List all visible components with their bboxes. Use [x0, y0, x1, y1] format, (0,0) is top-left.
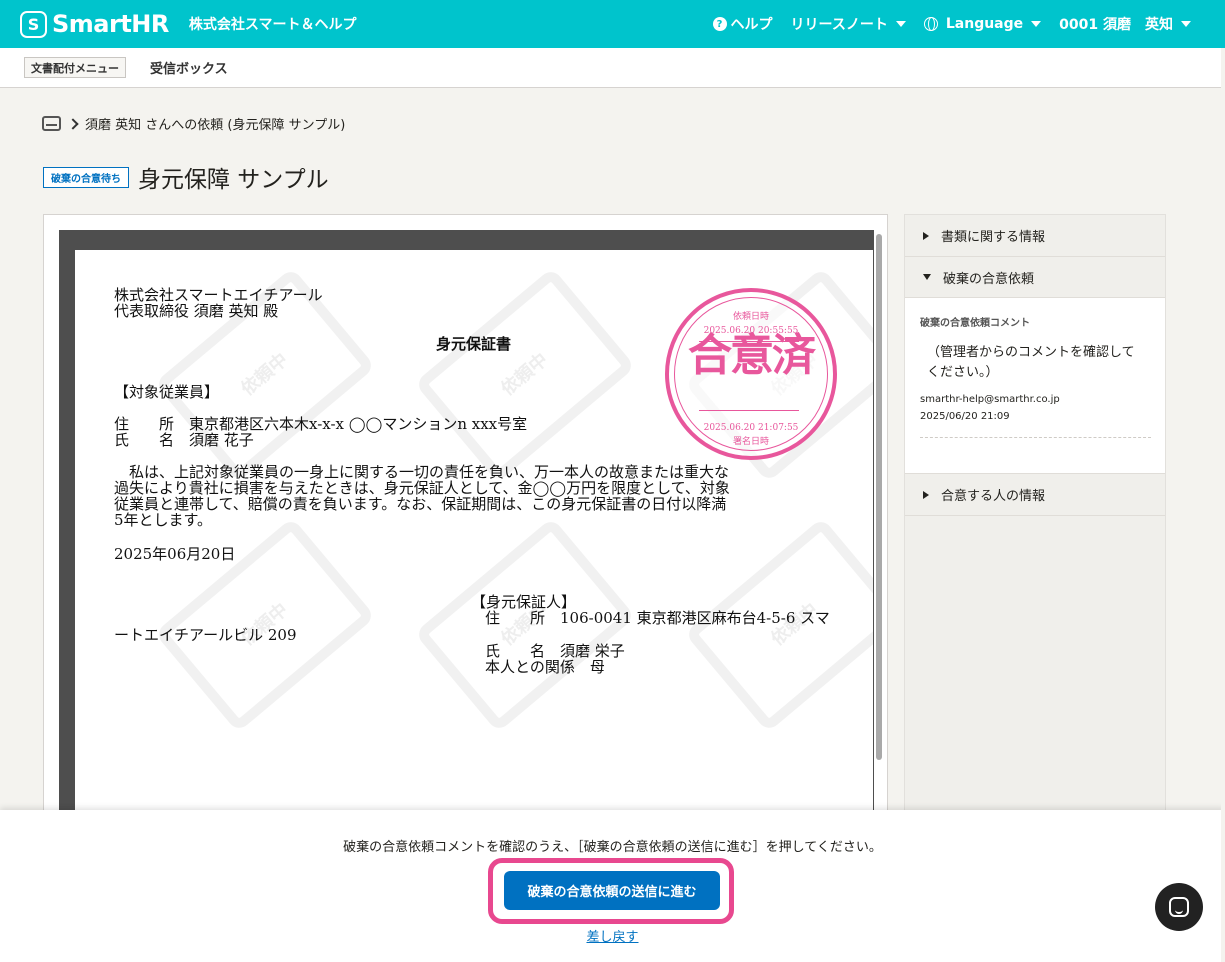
- document-title: 身元保証書: [436, 335, 512, 353]
- chevron-down-icon: [1031, 21, 1042, 27]
- help-label: ヘルプ: [730, 17, 773, 33]
- sub-nav: 文書配付メニュー 受信ボックス: [0, 48, 1225, 88]
- side-panel: 書類に関する情報 破棄の合意依頼 破棄の合意依頼コメント （管理者からのコメント…: [904, 214, 1166, 814]
- document-page: 依頼中 依頼中 依頼中 依頼中 依頼中 依頼中 株式会社スマートエイチアール 代…: [75, 250, 873, 830]
- disposal-request-body: 破棄の合意依頼コメント （管理者からのコメントを確認して ください。） smar…: [905, 298, 1165, 474]
- proceed-send-button[interactable]: 破棄の合意依頼の送信に進む: [504, 871, 720, 910]
- divider: [920, 437, 1151, 438]
- guarantor-address: 住 所 106-0041 東京都港区麻布台4-5-6 スマ: [485, 609, 830, 627]
- watermark: 依頼中: [414, 267, 636, 483]
- user-menu[interactable]: 0001 須磨 英知: [1059, 14, 1191, 34]
- globe-icon: [923, 17, 938, 31]
- body-line: 5年とします。: [114, 511, 213, 529]
- scrollbar-thumb[interactable]: [876, 234, 882, 760]
- smarthr-logo[interactable]: S SmartHR: [20, 10, 169, 38]
- document-viewer[interactable]: 依頼中 依頼中 依頼中 依頼中 依頼中 依頼中 株式会社スマートエイチアール 代…: [43, 214, 888, 830]
- stamp-main-text: 合意済: [688, 330, 816, 381]
- employee-address: 住 所 東京都港区六本木x-x-x ◯◯マンションn xxx号室: [114, 415, 528, 433]
- user-label: 0001 須磨 英知: [1059, 17, 1173, 33]
- guarantor-address-cont: ートエイチアールビル 209: [114, 626, 297, 644]
- document-menu-button[interactable]: 文書配付メニュー: [24, 57, 126, 78]
- chevron-down-icon: [1181, 21, 1191, 27]
- page-scrollbar[interactable]: [1221, 48, 1225, 962]
- document-frame: 依頼中 依頼中 依頼中 依頼中 依頼中 依頼中 株式会社スマートエイチアール 代…: [59, 230, 874, 830]
- stamp-divider: [699, 410, 799, 411]
- comment-meta: smarthr-help@smarthr.co.jp 2025/06/20 21…: [920, 391, 1151, 425]
- employee-name: 氏 名 須磨 花子: [114, 431, 254, 449]
- status-badge: 破棄の合意待ち: [43, 166, 129, 188]
- company-name: 株式会社スマート＆ヘルプ: [188, 17, 357, 33]
- language-menu[interactable]: Language: [923, 16, 1042, 32]
- addressee-company: 株式会社スマートエイチアール: [114, 286, 323, 304]
- chat-button[interactable]: [1155, 883, 1203, 931]
- release-notes-menu[interactable]: リリースノート: [791, 14, 906, 34]
- section-agreeing-person-label: 合意する人の情報: [941, 489, 1046, 504]
- comment-line: （管理者からのコメントを確認して: [927, 345, 1135, 360]
- title-row: 破棄の合意待ち 身元保障 サンプル: [43, 160, 329, 194]
- language-label: Language: [945, 16, 1024, 32]
- body-line: 私は、上記対象従業員の一身上に関する一切の責任を負い、万一本人の故意または重大な: [114, 463, 730, 481]
- section-disposal-request[interactable]: 破棄の合意依頼: [905, 257, 1165, 298]
- body-line: 従業員と連帯して、賠償の責を負います。なお、保証期間は、この身元保証書の日付以降…: [114, 495, 727, 513]
- return-link-text[interactable]: 差し戻す: [586, 930, 638, 945]
- breadcrumb-current: 須磨 英知 さんへの依頼 (身元保障 サンプル): [85, 118, 346, 133]
- caret-down-icon: [923, 274, 931, 280]
- guarantor-relation: 本人との関係 母: [485, 658, 605, 676]
- inbox-link[interactable]: 受信ボックス: [150, 58, 228, 77]
- logo-text: SmartHR: [52, 10, 169, 38]
- chevron-right-icon: [67, 117, 79, 130]
- inbox-tray-icon[interactable]: [42, 116, 61, 131]
- breadcrumb: 須磨 英知 さんへの依頼 (身元保障 サンプル): [42, 114, 345, 133]
- section-document-info-label: 書類に関する情報: [941, 230, 1046, 245]
- stamp-sign-label: 署名日時: [732, 437, 769, 447]
- comment-line: ください。）: [927, 365, 999, 380]
- section-agreeing-person[interactable]: 合意する人の情報: [905, 474, 1165, 516]
- chevron-down-icon: [895, 21, 906, 27]
- addressee-person: 代表取締役 須磨 英知 殿: [114, 302, 279, 320]
- section-guarantor: 【身元保証人】: [471, 593, 577, 611]
- caret-right-icon: [923, 490, 929, 499]
- section-document-info[interactable]: 書類に関する情報: [905, 215, 1165, 257]
- comment-author-email: smarthr-help@smarthr.co.jp: [920, 394, 1060, 405]
- release-notes-label: リリースノート: [790, 17, 888, 33]
- top-nav: ? ヘルプ リリースノート Language 0001 須磨 英知: [695, 14, 1191, 34]
- document-date: 2025年06月20日: [114, 545, 236, 563]
- guarantor-name: 氏 名 須磨 栄子: [485, 642, 625, 660]
- chat-icon: [1169, 897, 1189, 917]
- page-title: 身元保障 サンプル: [138, 167, 329, 193]
- agreement-stamp: 依頼日時 2025.06.20 20:55:55 合意済 2025.06.20 …: [665, 288, 837, 460]
- body-line: 過失により貴社に損害を与えたときは、身元保証人として、金◯◯万円を限度として、対…: [114, 479, 730, 497]
- return-link: 差し戻す: [0, 926, 1225, 945]
- smarthr-logo-icon: S: [20, 10, 47, 38]
- comment-text: （管理者からのコメントを確認して ください。）: [927, 343, 1151, 383]
- section-employee: 【対象従業員】: [114, 383, 220, 401]
- help-link[interactable]: ? ヘルプ: [712, 14, 773, 34]
- action-bar: 破棄の合意依頼コメントを確認のうえ、［破棄の合意依頼の送信に進む］を押してくださ…: [0, 810, 1225, 962]
- top-header: S SmartHR 株式会社スマート＆ヘルプ ? ヘルプ リリースノート Lan…: [0, 0, 1225, 48]
- action-instruction: 破棄の合意依頼コメントを確認のうえ、［破棄の合意依頼の送信に進む］を押してくださ…: [343, 840, 882, 855]
- section-disposal-request-label: 破棄の合意依頼: [943, 271, 1035, 287]
- viewer-scrollbar[interactable]: [874, 230, 884, 770]
- caret-right-icon: [923, 231, 929, 240]
- help-icon: ?: [712, 17, 727, 31]
- comment-label: 破棄の合意依頼コメント: [920, 318, 1030, 329]
- comment-timestamp: 2025/06/20 21:09: [920, 411, 1010, 422]
